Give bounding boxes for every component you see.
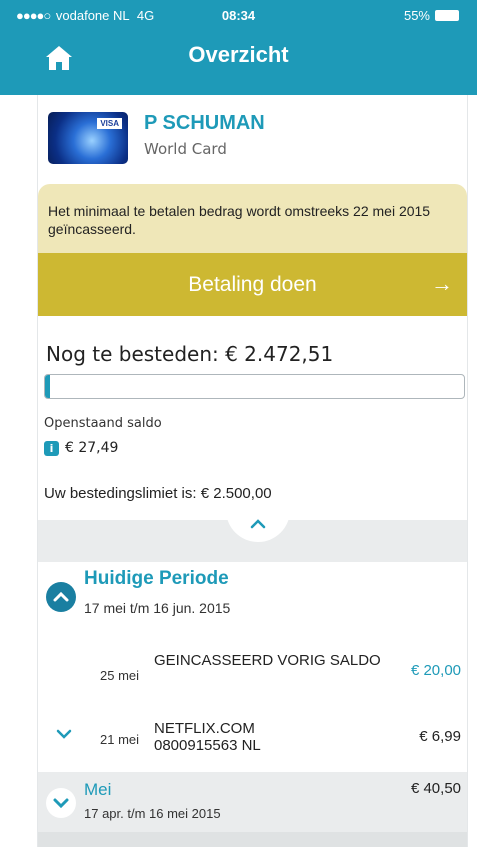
- chevron-up-icon: [250, 519, 266, 529]
- transaction-date: 25 mei: [100, 668, 140, 683]
- card-type: World Card: [144, 140, 227, 158]
- card-holder-name: P SCHUMAN: [144, 112, 265, 134]
- spending-limit: Uw bestedingslimiet is: € 2.500,00: [44, 485, 272, 502]
- info-icon[interactable]: i: [44, 440, 59, 456]
- merchant-detail: 0800915563 NL: [154, 737, 261, 754]
- period-expand-toggle[interactable]: [46, 788, 76, 818]
- content-border-right: [467, 95, 468, 847]
- next-period-band: [38, 832, 467, 847]
- period-collapse-toggle[interactable]: [46, 582, 76, 612]
- transaction-description: GEINCASSEERD VORIG SALDO: [154, 652, 381, 669]
- open-balance-amount: € 27,49: [65, 440, 119, 456]
- transaction-amount: € 6,99: [419, 728, 461, 745]
- visa-logo: VISA: [97, 118, 122, 129]
- transaction-date: 21 mei: [100, 732, 140, 747]
- app-screen: ●●●●○ vodafone NL 4G 08:34 55% Overzicht…: [0, 0, 477, 847]
- merchant-name: NETFLIX.COM: [154, 720, 255, 737]
- chevron-up-icon: [53, 591, 69, 602]
- page-title: Overzicht: [188, 42, 289, 67]
- battery-status: 55%: [404, 8, 459, 23]
- period-range: 17 apr. t/m 16 mei 2015: [84, 806, 221, 821]
- battery-percent: 55%: [403, 8, 430, 23]
- spend-progress-fill: [45, 375, 50, 398]
- period-title[interactable]: Huidige Periode: [84, 568, 229, 590]
- top-bar: ●●●●○ vodafone NL 4G 08:34 55% Overzicht: [0, 0, 477, 95]
- open-balance-row[interactable]: i € 27,49: [44, 440, 118, 456]
- transaction-amount: € 20,00: [410, 662, 461, 679]
- previous-period-row[interactable]: Mei € 40,50 17 apr. t/m 16 mei 2015: [38, 772, 467, 832]
- transaction-row[interactable]: 25 mei GEINCASSEERD VORIG SALDO € 20,00: [38, 648, 467, 704]
- credit-card-image: VISA: [48, 112, 128, 164]
- battery-icon: [435, 10, 459, 21]
- period-amount: € 40,50: [410, 780, 461, 797]
- transaction-description: NETFLIX.COM 0800915563 NL: [154, 720, 261, 754]
- spend-progress-bar: [44, 374, 465, 399]
- make-payment-label: Betaling doen: [188, 273, 317, 296]
- payment-notice: Het minimaal te betalen bedrag wordt oms…: [38, 184, 467, 253]
- payment-notice-text: Het minimaal te betalen bedrag wordt oms…: [48, 203, 431, 237]
- status-bar: ●●●●○ vodafone NL 4G 08:34 55%: [0, 0, 477, 32]
- remaining-spend: Nog te besteden: € 2.472,51: [46, 342, 334, 366]
- chevron-down-icon[interactable]: [56, 728, 72, 740]
- period-title: Mei: [84, 780, 112, 799]
- arrow-right-icon: →: [431, 271, 453, 296]
- chevron-down-icon: [53, 798, 69, 809]
- open-balance-label: Openstaand saldo: [44, 416, 162, 431]
- period-range: 17 mei t/m 16 jun. 2015: [84, 600, 231, 616]
- transaction-row[interactable]: 21 mei NETFLIX.COM 0800915563 NL € 6,99: [38, 716, 467, 772]
- make-payment-button[interactable]: Betaling doen →: [38, 253, 467, 316]
